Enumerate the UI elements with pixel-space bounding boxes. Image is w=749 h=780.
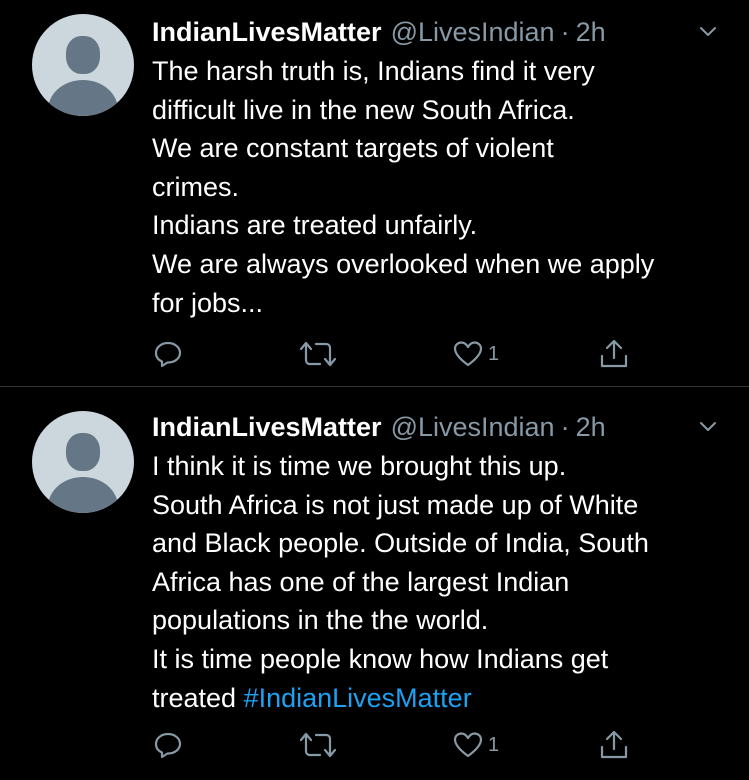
tweet-header: IndianLivesMatter @LivesIndian · 2h xyxy=(152,409,731,445)
tweet-text-line: I think it is time we brought this up. xyxy=(152,451,567,481)
retweet-icon xyxy=(299,341,337,367)
tweet-text: I think it is time we brought this up. S… xyxy=(152,447,731,717)
tweet-actions: 1 xyxy=(0,334,749,374)
share-icon xyxy=(600,339,628,368)
avatar-head xyxy=(66,36,100,74)
display-name[interactable]: IndianLivesMatter xyxy=(152,14,382,50)
tweet[interactable]: IndianLivesMatter @LivesIndian · 2h The … xyxy=(0,0,749,387)
tweet-text-line: crimes. xyxy=(152,171,239,202)
like-count: 1 xyxy=(488,342,500,365)
like-button[interactable]: 1 xyxy=(452,334,499,374)
like-button[interactable]: 1 xyxy=(452,725,499,765)
share-button[interactable] xyxy=(598,725,630,765)
avatar-body xyxy=(48,477,118,513)
tweet-text-line: South Africa is not just made up of Whit… xyxy=(152,489,639,520)
retweet-button[interactable] xyxy=(298,725,338,765)
user-handle[interactable]: @LivesIndian xyxy=(391,14,555,50)
tweet-text: The harsh truth is, Indians find it very… xyxy=(152,52,731,322)
like-icon xyxy=(453,732,483,758)
tweet-text-fragment: treated xyxy=(152,682,244,713)
share-icon xyxy=(600,730,628,759)
avatar[interactable] xyxy=(32,14,134,116)
reply-icon xyxy=(154,341,182,368)
tweet-text-line: It is time people know how Indians get xyxy=(152,643,609,674)
avatar[interactable] xyxy=(32,411,134,513)
separator-dot: · xyxy=(560,412,570,442)
timestamp[interactable]: 2h xyxy=(576,14,606,50)
tweet-text-line: treated #IndianLivesMatter xyxy=(152,679,731,718)
tweet-header: IndianLivesMatter @LivesIndian · 2h xyxy=(152,14,731,50)
share-button[interactable] xyxy=(598,334,630,374)
tweet-text-line: and Black people. Outside of India, Sout… xyxy=(152,528,649,559)
tweet-text-line: Africa has one of the largest Indian xyxy=(152,566,570,597)
like-icon xyxy=(453,341,483,367)
display-name[interactable]: IndianLivesMatter xyxy=(152,409,382,445)
avatar-head xyxy=(66,433,100,471)
reply-icon xyxy=(154,732,182,759)
timestamp[interactable]: 2h xyxy=(576,409,606,445)
tweet-text-line: We are constant targets of violent xyxy=(152,133,554,164)
tweet-text-line: The harsh truth is, Indians find it very xyxy=(152,56,595,86)
separator-dot: · xyxy=(560,17,570,47)
tweet-content: IndianLivesMatter @LivesIndian · 2h I th… xyxy=(152,409,731,717)
chevron-down-icon[interactable] xyxy=(697,415,719,437)
tweet-text-line: Indians are treated unfairly. xyxy=(152,210,478,241)
reply-button[interactable] xyxy=(152,334,184,374)
chevron-down-icon[interactable] xyxy=(697,20,719,42)
tweet-text-line: We are always overlooked when we apply xyxy=(152,248,655,279)
reply-button[interactable] xyxy=(152,725,184,765)
like-count: 1 xyxy=(488,733,500,756)
tweet[interactable]: IndianLivesMatter @LivesIndian · 2h I th… xyxy=(0,387,749,780)
hashtag-link[interactable]: #IndianLivesMatter xyxy=(244,683,472,713)
tweet-content: IndianLivesMatter @LivesIndian · 2h The … xyxy=(152,14,731,322)
tweet-text-line: difficult live in the new South Africa. xyxy=(152,94,575,125)
tweet-text-line: for jobs... xyxy=(152,287,264,318)
user-handle[interactable]: @LivesIndian xyxy=(391,409,555,445)
retweet-icon xyxy=(299,732,337,758)
avatar-body xyxy=(48,80,118,116)
tweet-actions: 1 xyxy=(0,725,749,765)
timeline: IndianLivesMatter @LivesIndian · 2h The … xyxy=(0,0,749,780)
retweet-button[interactable] xyxy=(298,334,338,374)
tweet-text-line: populations in the the world. xyxy=(152,605,489,636)
